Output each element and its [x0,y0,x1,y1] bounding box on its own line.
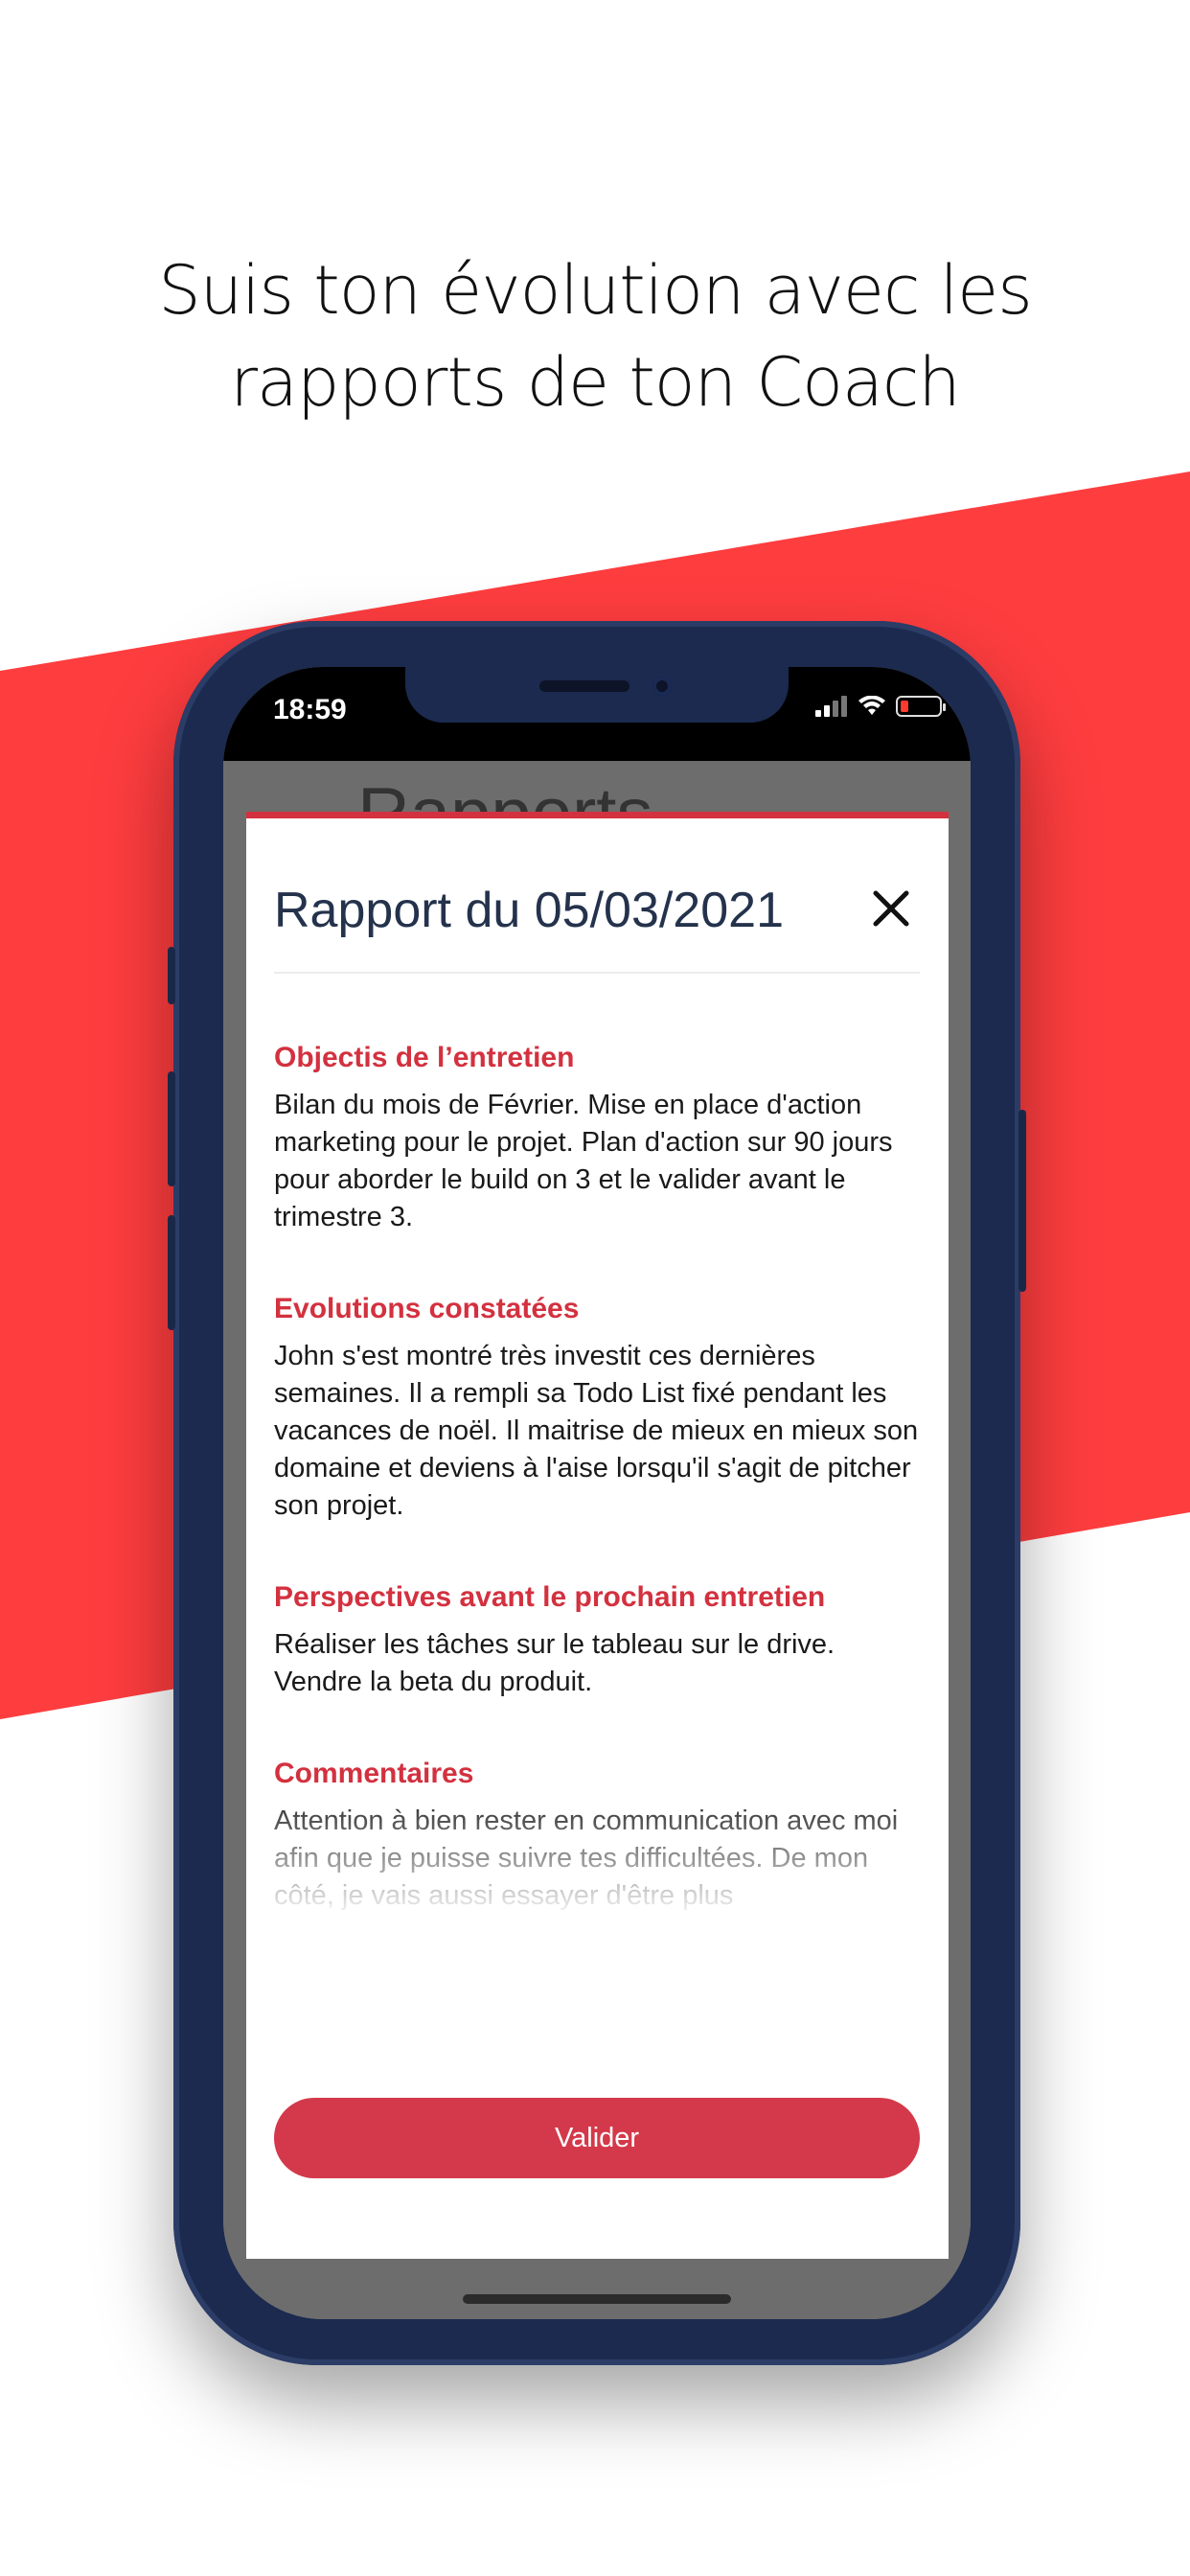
wifi-icon [858,696,885,715]
speaker-grille [539,680,629,692]
home-indicator[interactable] [463,2294,731,2304]
headline-line-1: Suis ton évolution avec les [158,251,1032,330]
mute-switch [168,947,175,1004]
status-bar: 18:59 [223,667,971,761]
section-title: Evolutions constatées [274,1293,580,1324]
section-title: Commentaires [274,1758,474,1789]
status-icons [815,696,946,717]
section-text: John s'est montré très investit ces dern… [274,1341,919,1521]
status-time: 18:59 [273,694,347,725]
section-objectives: Objectis de l’entretien Bilan du mois de… [274,1039,920,1236]
section-text: Attention à bien rester en communication… [274,1806,899,1911]
report-modal: Rapport du 05/03/2021 Objectis de l’entr… [246,812,949,2259]
section-title: Perspectives avant le prochain entretien [274,1581,826,1613]
close-icon[interactable] [868,886,914,932]
battery-low-icon [896,696,946,717]
modal-title: Rapport du 05/03/2021 [274,883,784,938]
section-perspectives: Perspectives avant le prochain entretien… [274,1578,920,1701]
validate-button[interactable]: Valider [274,2098,920,2178]
notch [405,667,789,723]
signal-icon [815,696,847,717]
marketing-headline: Suis ton évolution avec les rapports de … [0,244,1190,428]
volume-up-button [168,1071,175,1186]
volume-down-button [168,1215,175,1330]
section-comments: Commentaires Attention à bien rester en … [274,1755,920,1915]
section-evolutions: Evolutions constatées John s'est montré … [274,1290,920,1525]
front-camera [652,677,672,696]
report-sections[interactable]: Objectis de l’entretien Bilan du mois de… [274,1039,920,1920]
power-button [1018,1110,1026,1292]
section-text: Réaliser les tâches sur le tableau sur l… [274,1629,835,1697]
section-text: Bilan du mois de Février. Mise en place … [274,1090,893,1232]
modal-header: Rapport du 05/03/2021 [274,876,920,974]
section-title: Objectis de l’entretien [274,1042,575,1073]
headline-line-2: rapports de ton Coach [230,343,960,422]
